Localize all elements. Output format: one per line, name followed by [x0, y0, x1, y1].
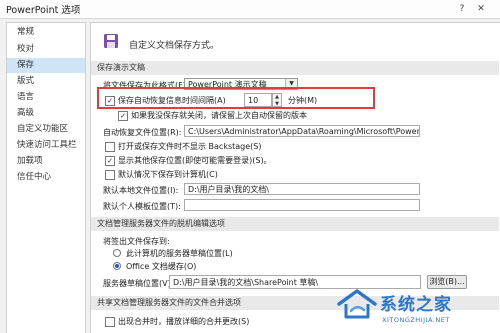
autorecover-location-input[interactable]: C:\Users\Administrator\AppData\Roaming\M…	[184, 125, 420, 137]
sidebar-item-layout[interactable]: 版式	[7, 74, 85, 89]
merge-changes-label: 出现合并时，播放详细的合并更改(S)	[118, 317, 250, 326]
sidebar-item-advanced[interactable]: 高级	[7, 106, 85, 121]
page-description: 自定义文档保存方式。	[129, 41, 220, 51]
powerpoint-options-window: PowerPoint 选项 ? ✕ 常规 校对 保存 版式 语言 高级 自定义功…	[0, 0, 500, 333]
keep-last-version-label: 如果我没保存就关闭，请保留上次自动保留的版本	[131, 111, 307, 120]
backstage-label: 打开或保存文件时不显示 Backstage(S)	[118, 142, 262, 151]
watermark: 系统之家 XITONGZHIJIA.NET	[336, 286, 500, 333]
show-other-locations-label: 显示其他保存位置(即使可能需要登录)(S)。	[118, 156, 272, 165]
personal-templates-label: 默认个人模板位置(T):	[103, 202, 181, 211]
sidebar-item-customize-ribbon[interactable]: 自定义功能区	[7, 122, 85, 137]
sidebar-item-proofing[interactable]: 校对	[7, 42, 85, 57]
window-title: PowerPoint 选项	[6, 5, 81, 16]
options-sidebar: 常规 校对 保存 版式 语言 高级 自定义功能区 快速访问工具栏 加载项 信任中…	[6, 22, 86, 333]
default-local-label: 默认本地文件位置(I):	[103, 186, 179, 195]
backstage-checkbox[interactable]	[105, 142, 115, 152]
section-offline-editing: 文档管理服务器文件的脱机编辑选项	[91, 217, 499, 231]
autorecover-location-label: 自动恢复文件位置(R):	[103, 128, 182, 137]
sidebar-item-general[interactable]: 常规	[7, 25, 85, 40]
title-bar: PowerPoint 选项 ? ✕	[0, 0, 500, 19]
office-cache-radio[interactable]	[113, 262, 121, 270]
server-drafts-radio[interactable]	[113, 249, 121, 257]
drafts-location-label: 服务器草稿位置(V):	[103, 279, 174, 288]
keep-last-version-checkbox[interactable]: ✓	[118, 111, 128, 121]
sidebar-item-quick-access-toolbar[interactable]: 快速访问工具栏	[7, 138, 85, 153]
sidebar-item-language[interactable]: 语言	[7, 90, 85, 105]
checkout-label: 将签出文件保存到:	[103, 237, 170, 246]
watermark-url: XITONGZHIJIA.NET	[382, 316, 450, 324]
sidebar-item-save[interactable]: 保存	[7, 58, 85, 73]
watermark-title: 系统之家	[380, 295, 452, 315]
server-drafts-label: 此计算机的服务器草稿位置(L)	[126, 249, 233, 258]
page-header: 自定义文档保存方式。	[99, 29, 499, 57]
highlight-box	[97, 87, 375, 109]
default-local-input[interactable]: D:\用户目录\我的文档\	[184, 183, 420, 195]
sidebar-item-add-ins[interactable]: 加载项	[7, 154, 85, 169]
merge-changes-checkbox[interactable]	[105, 317, 115, 327]
help-button[interactable]: ?	[455, 3, 469, 15]
sidebar-item-trust-center[interactable]: 信任中心	[7, 170, 85, 185]
close-button[interactable]: ✕	[474, 3, 488, 15]
personal-templates-input[interactable]	[184, 199, 420, 211]
save-icon	[104, 34, 118, 48]
house-logo-icon	[337, 289, 377, 319]
show-other-locations-checkbox[interactable]: ✓	[105, 156, 115, 166]
office-cache-label: Office 文档缓存(O)	[126, 262, 197, 271]
default-to-computer-checkbox[interactable]	[105, 170, 115, 180]
section-save-presentations: 保存演示文稿	[91, 61, 499, 75]
default-to-computer-label: 默认情况下保存到计算机(C)	[118, 170, 218, 179]
